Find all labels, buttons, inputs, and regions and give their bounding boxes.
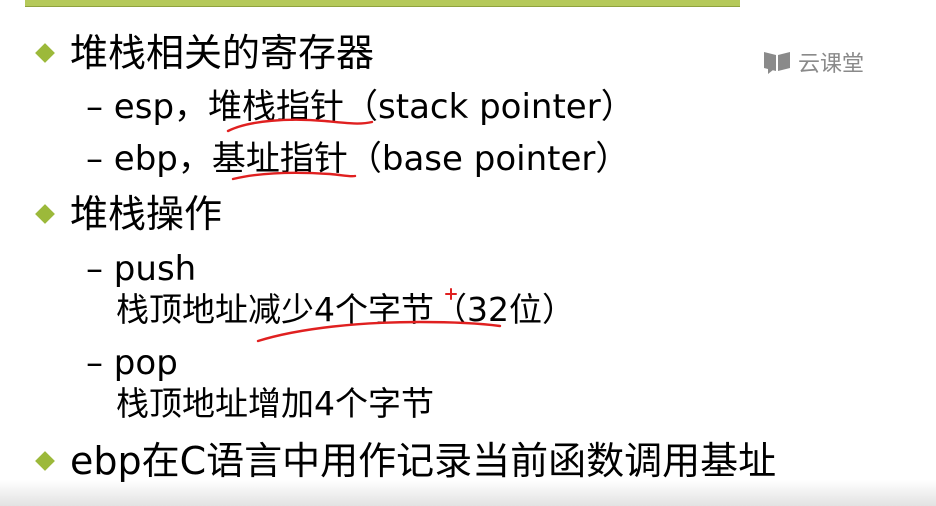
top-rule: [25, 0, 740, 7]
pop-description: 栈顶地址增加4个字节: [116, 384, 434, 423]
sub-item-ebp: – ebp，基址指针（base pointer）: [86, 139, 630, 179]
push-description: 栈顶地址减少4个字节（32位）: [116, 290, 575, 329]
sub-item-push: – push: [86, 249, 197, 289]
watermark-text: 云课堂: [798, 52, 865, 77]
sub-item-esp: – esp，堆栈指针（stack pointer）: [86, 87, 635, 127]
bullet-ebp-base: ebp在C语言中用作记录当前函数调用基址: [70, 439, 777, 483]
bullet-diamond-icon: [35, 43, 55, 63]
bullet-stack-operations: 堆栈操作: [70, 192, 223, 236]
yunketang-watermark: 云课堂: [762, 46, 864, 78]
book-chat-icon: [764, 52, 790, 74]
bullet-diamond-icon: [35, 451, 55, 471]
bottom-fade: [0, 480, 936, 506]
bullet-diamond-icon: [35, 204, 55, 224]
sub-item-pop: – pop: [86, 343, 178, 383]
bullet-stack-registers: 堆栈相关的寄存器: [70, 31, 375, 75]
